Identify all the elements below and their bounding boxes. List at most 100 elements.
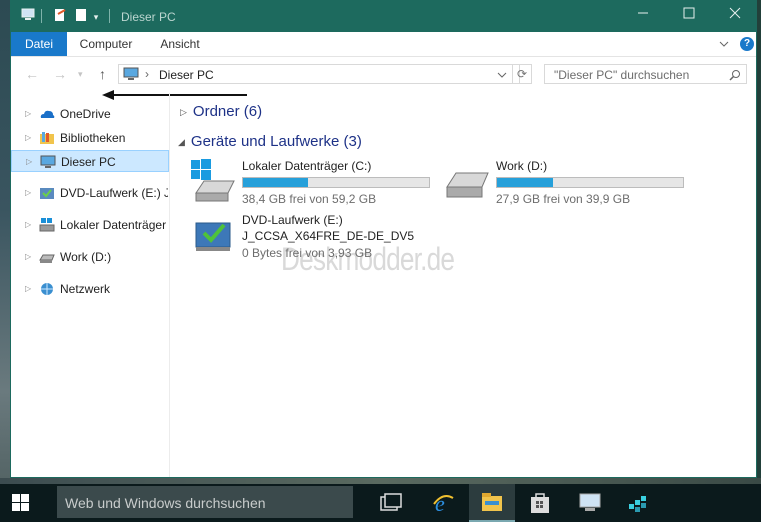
address-bar[interactable]: › Dieser PC (118, 64, 520, 84)
app-tool-icon (629, 496, 646, 512)
drive-name: Lokaler Datenträger (C:) (242, 159, 372, 173)
qat-separator (109, 9, 110, 23)
tree-item-dieser-pc[interactable]: ▷ Dieser PC (11, 150, 169, 172)
forward-button[interactable]: → (53, 66, 67, 82)
expand-icon[interactable]: ▷ (25, 188, 31, 197)
tree-item-bibliotheken[interactable]: ▷ Bibliotheken (11, 127, 169, 149)
computer-icon (579, 493, 601, 511)
internet-explorer-icon: e (433, 492, 454, 514)
tree-item-lokaler-datentraeger[interactable]: ▷ Lokaler Datenträger ( (11, 214, 169, 236)
network-icon (41, 283, 53, 295)
expand-icon[interactable]: ▷ (25, 284, 31, 293)
drive-name: Work (D:) (496, 159, 548, 173)
watermark-logo: Deskmodder.de (281, 241, 455, 277)
tab-ansicht[interactable]: Ansicht (151, 32, 209, 56)
desktop-background (0, 0, 10, 522)
group-label: Geräte und Laufwerke (3) (190, 133, 362, 150)
up-button[interactable]: ↑ (99, 66, 106, 82)
window-title: Dieser PC (121, 10, 176, 24)
minimize-icon (638, 12, 648, 14)
drive-free-space: 27,9 GB frei von 39,9 GB (496, 192, 631, 206)
windows-drive-icon (191, 159, 235, 202)
tree-item-label: Dieser PC (61, 155, 116, 169)
tab-computer[interactable]: Computer (73, 32, 139, 56)
computer-icon (40, 155, 56, 168)
qat-dropdown-icon[interactable]: ▾ (89, 3, 103, 31)
refresh-button[interactable]: ⟳ (512, 64, 532, 84)
ribbon-expand-icon[interactable] (719, 40, 729, 48)
tree-item-work[interactable]: ▷ Work (D:) (11, 246, 169, 268)
file-explorer-icon (482, 493, 502, 511)
group-header-ordner[interactable]: ▷ Ordner (6) (180, 103, 262, 120)
tab-datei[interactable]: Datei (11, 32, 67, 56)
drive-free-space: 38,4 GB frei von 59,2 GB (242, 192, 377, 206)
minimize-button[interactable] (620, 1, 666, 29)
content-pane: ▷ Ordner (6) ◢ Geräte und Laufwerke (3) Lo… (170, 93, 756, 477)
expand-icon[interactable]: ▷ (26, 157, 32, 166)
back-button[interactable]: ← (25, 66, 39, 82)
tree-item-onedrive[interactable]: ▷ OneDrive (11, 103, 169, 125)
store-icon (531, 493, 549, 513)
drive-name: DVD-Laufwerk (E:) (242, 213, 343, 227)
drive-icon (39, 254, 55, 263)
chevron-down-icon[interactable] (497, 71, 507, 79)
group-header-geraete[interactable]: ◢ Geräte und Laufwerke (3) (178, 133, 362, 150)
drive-item-d[interactable]: Work (D:) 27,9 GB frei von 39,9 GB (444, 159, 694, 207)
dvd-icon (40, 188, 54, 199)
taskbar-app-store[interactable] (517, 484, 563, 522)
drive-usage-bar (242, 177, 430, 188)
new-folder-icon[interactable] (74, 8, 88, 22)
expand-icon[interactable]: ▷ (25, 252, 31, 261)
expand-icon[interactable]: ▷ (180, 107, 187, 117)
breadcrumb-separator: › (145, 67, 149, 81)
drive-icon (446, 172, 489, 198)
search-placeholder: "Dieser PC" durchsuchen (554, 68, 690, 82)
expand-icon[interactable]: ▷ (25, 109, 31, 118)
tree-item-label: Lokaler Datenträger ( (60, 218, 168, 232)
search-icon[interactable] (729, 69, 741, 81)
taskbar: Web und Windows durchsuchen e (0, 484, 761, 522)
expand-icon[interactable]: ▷ (25, 133, 31, 142)
drive-usage-fill (497, 178, 553, 187)
group-label: Ordner (6) (192, 103, 263, 120)
tree-item-label: Work (D:) (60, 250, 112, 264)
collapse-icon[interactable]: ◢ (178, 137, 185, 147)
windows-logo-icon (12, 494, 29, 511)
search-input[interactable]: "Dieser PC" durchsuchen (544, 64, 747, 84)
breadcrumb-location[interactable]: Dieser PC (159, 68, 214, 82)
desktop-background-right (757, 0, 761, 522)
ribbon-tabs: Datei Computer Ansicht ? (11, 32, 756, 57)
taskbar-search-input[interactable]: Web und Windows durchsuchen (57, 486, 353, 518)
expand-icon[interactable]: ▷ (25, 220, 31, 229)
close-button[interactable] (712, 1, 756, 29)
taskbar-app-explorer[interactable] (469, 484, 515, 522)
recent-locations-icon[interactable]: ▾ (78, 69, 83, 80)
help-icon[interactable]: ? (740, 37, 754, 51)
title-bar[interactable]: ▾ Dieser PC (11, 1, 756, 32)
tree-item-netzwerk[interactable]: ▷ Netzwerk (11, 278, 169, 300)
properties-icon[interactable] (53, 8, 67, 22)
drive-usage-fill (243, 178, 309, 187)
taskbar-app-this-pc[interactable] (567, 484, 613, 522)
task-view-button[interactable] (368, 484, 414, 522)
maximize-button[interactable] (666, 1, 712, 29)
navigation-pane: ▷ OneDrive ▷ Bibliotheken ▷ Dieser PC ▷ … (11, 93, 170, 477)
onedrive-icon (40, 110, 55, 118)
taskbar-app-ie[interactable]: e (420, 484, 466, 522)
tree-item-label: Bibliotheken (60, 131, 126, 145)
qat-separator (41, 9, 42, 23)
tree-item-label: DVD-Laufwerk (E:) J_ (60, 186, 168, 200)
close-icon (729, 7, 741, 19)
maximize-icon (683, 7, 695, 19)
start-button[interactable] (0, 484, 45, 522)
libraries-icon (40, 132, 54, 144)
drive-icon (39, 218, 55, 232)
taskbar-search-placeholder: Web und Windows durchsuchen (65, 495, 266, 511)
svg-text:e: e (435, 492, 445, 514)
drive-usage-bar (496, 177, 684, 188)
tree-item-dvd-laufwerk[interactable]: ▷ DVD-Laufwerk (E:) J_ (11, 182, 169, 204)
task-view-icon (380, 493, 402, 511)
taskbar-app-tool[interactable] (615, 484, 661, 522)
computer-icon[interactable] (21, 8, 35, 22)
drive-item-c[interactable]: Lokaler Datenträger (C:) 38,4 GB frei vo… (190, 159, 440, 207)
